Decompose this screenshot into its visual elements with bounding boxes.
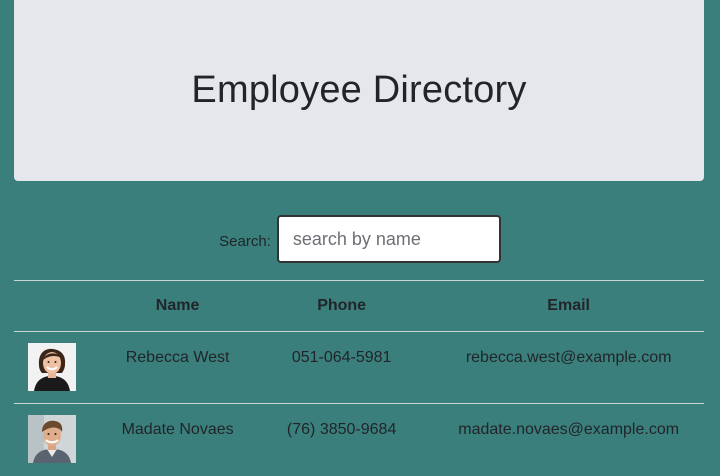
header-banner: Employee Directory (14, 0, 704, 181)
employee-phone: (76) 3850-9684 (249, 403, 434, 476)
employee-email: rebecca.west@example.com (433, 331, 704, 404)
avatar-cell (14, 331, 106, 404)
page-title: Employee Directory (191, 69, 527, 111)
employee-name: Rebecca West (105, 331, 250, 404)
search-bar: Search: (0, 214, 720, 264)
search-input[interactable] (276, 215, 501, 263)
avatar (28, 415, 76, 463)
avatar (28, 343, 76, 391)
employee-email: madate.novaes@example.com (433, 403, 704, 476)
avatar-cell (14, 403, 106, 476)
search-label: Search: (219, 232, 271, 250)
table-header-row: Name Phone Email (14, 280, 704, 332)
table-row: Rebecca West 051-064-5981 rebecca.west@e… (14, 331, 704, 404)
column-header-name[interactable]: Name (105, 280, 250, 332)
employee-table: Name Phone Email Rebecca West 051-064-59… (14, 280, 704, 476)
column-header-image (14, 280, 106, 332)
employee-name: Madate Novaes (105, 403, 250, 476)
table-row: Madate Novaes (76) 3850-9684 madate.nova… (14, 403, 704, 476)
column-header-phone: Phone (249, 280, 434, 332)
column-header-email: Email (433, 280, 704, 332)
employee-phone: 051-064-5981 (249, 331, 434, 404)
